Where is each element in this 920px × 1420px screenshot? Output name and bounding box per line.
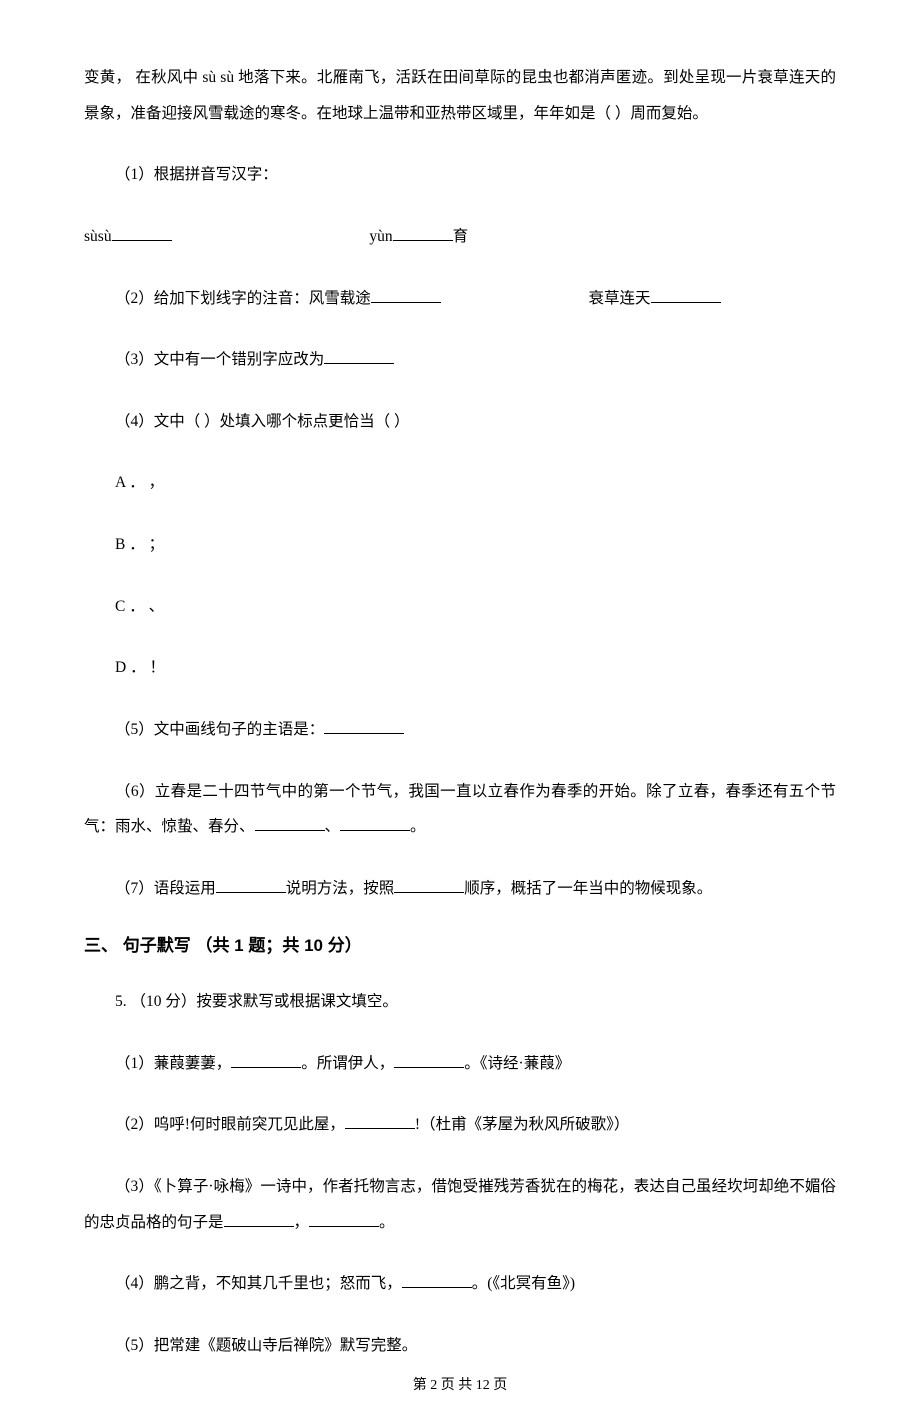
sub-question-5: （5）文中画线句子的主语是： (84, 712, 836, 748)
sub-question-7: （7）语段运用 说明方法，按照 顺序，概括了一年当中的物候现象。 (84, 871, 836, 907)
s3-end: 。 (379, 1214, 395, 1231)
dictation-3: （3）《卜算子·咏梅》一诗中，作者托物言志，借饱受摧残芳香犹在的梅花，表达自己虽… (84, 1169, 836, 1240)
blank-s4[interactable] (402, 1272, 472, 1289)
sub-question-2: （2）给加下划线字的注音：风雪载途 衰草连天 (84, 281, 836, 317)
option-c[interactable]: C ． 、 (84, 589, 836, 625)
blank-susu[interactable] (112, 224, 172, 241)
blank-s1a[interactable] (231, 1051, 301, 1068)
s4-b: 。(《北冥有鱼》) (472, 1275, 575, 1292)
blank-s1b[interactable] (394, 1051, 464, 1068)
option-a[interactable]: A ． ， (84, 465, 836, 501)
blank-s3b[interactable] (309, 1210, 379, 1227)
question-5-header: 5. （10 分）按要求默写或根据课文填空。 (84, 984, 836, 1020)
q7-text-b: 说明方法，按照 (286, 880, 395, 897)
blank-s2[interactable] (345, 1113, 415, 1130)
blank-term-1[interactable] (255, 815, 325, 832)
dictation-4: （4）鹏之背，不知其几千里也；怒而飞， 。(《北冥有鱼》) (84, 1266, 836, 1302)
dictation-5: （5）把常建《题破山寺后禅院》默写完整。 (84, 1328, 836, 1364)
option-b[interactable]: B ． ； (84, 527, 836, 563)
dictation-1: （1）蒹葭萋萋， 。所谓伊人， 。《诗经·蒹葭》 (84, 1046, 836, 1082)
q6-text-a: （6）立春是二十四节气中的第一个节气，我国一直以立春作为春季的开始。除了立春，春… (84, 783, 836, 836)
blank-subject[interactable] (324, 718, 404, 735)
q7-text-c: 顺序，概括了一年当中的物候现象。 (464, 880, 712, 897)
blank-shuai[interactable] (651, 286, 721, 303)
blank-zai[interactable] (371, 286, 441, 303)
option-d[interactable]: D ． ！ (84, 650, 836, 686)
pinyin-susu: sùsù (84, 228, 112, 245)
sub-question-6: （6）立春是二十四节气中的第一个节气，我国一直以立春作为春季的开始。除了立春，春… (84, 774, 836, 845)
blank-order[interactable] (394, 876, 464, 893)
s3-a: （3）《卜算子·咏梅》一诗中，作者托物言志，借饱受摧残芳香犹在的梅花，表达自己虽… (84, 1178, 836, 1231)
q5-text: （5）文中画线句子的主语是： (115, 721, 324, 738)
blank-term-2[interactable] (340, 815, 410, 832)
q2-text-b: 衰草连天 (589, 290, 651, 307)
blank-yun[interactable] (393, 224, 453, 241)
blank-method[interactable] (216, 876, 286, 893)
intro-paragraph: 变黄， 在秋风中 sù sù 地落下来。北雁南飞，活跃在田间草际的昆虫也都消声匿… (84, 60, 836, 131)
dictation-2: （2）呜呼!何时眼前突兀见此屋， !（杜甫《茅屋为秋风所破歌》） (84, 1107, 836, 1143)
s4-a: （4）鹏之背，不知其几千里也；怒而飞， (115, 1275, 402, 1292)
q2-text-a: （2）给加下划线字的注音：风雪载途 (115, 290, 371, 307)
sub-question-1: （1）根据拼音写汉字： (84, 157, 836, 193)
char-yu: 育 (453, 228, 469, 245)
s1-c: 。《诗经·蒹葭》 (464, 1055, 570, 1072)
pinyin-yun: yùn (369, 228, 392, 245)
q6-end: 。 (410, 818, 426, 835)
page-footer: 第 2 页 共 12 页 (0, 1375, 920, 1396)
section-3-heading: 三、 句子默写 （共 1 题；共 10 分） (84, 933, 836, 959)
s1-a: （1）蒹葭萋萋， (115, 1055, 231, 1072)
s2-a: （2）呜呼!何时眼前突兀见此屋， (115, 1116, 345, 1133)
sub-question-3: （3）文中有一个错别字应改为 (84, 342, 836, 378)
q7-text-a: （7）语段运用 (115, 880, 216, 897)
pinyin-row: sùsù yùn 育 (84, 219, 836, 255)
blank-s3a[interactable] (224, 1210, 294, 1227)
q6-sep: 、 (325, 818, 341, 835)
q3-text: （3）文中有一个错别字应改为 (115, 351, 324, 368)
s3-sep: ， (294, 1214, 310, 1231)
s2-b: !（杜甫《茅屋为秋风所破歌》） (415, 1116, 629, 1133)
s1-b: 。所谓伊人， (301, 1055, 394, 1072)
sub-question-4: （4）文中（ ）处填入哪个标点更恰当（ ） (84, 404, 836, 440)
blank-typo[interactable] (324, 348, 394, 365)
